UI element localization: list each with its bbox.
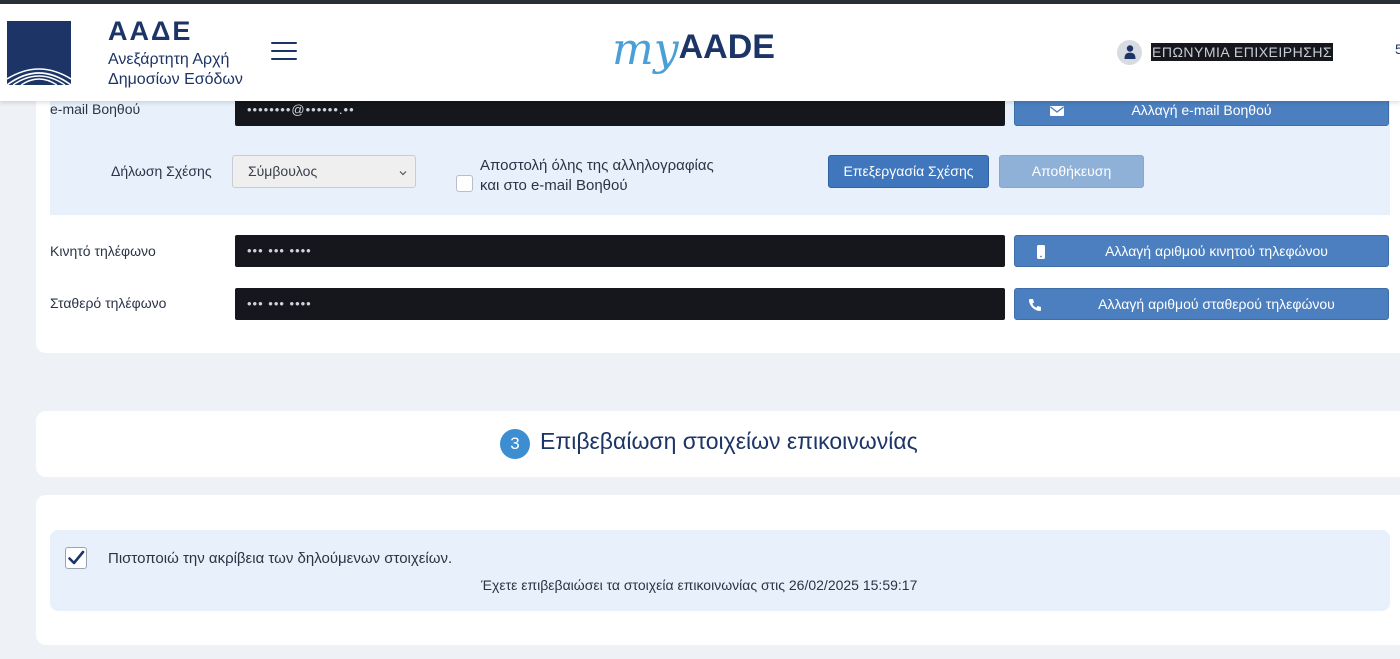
mobile-phone-icon xyxy=(1037,245,1045,259)
change-landline-label: Αλλαγή αριθμού σταθερού τηλεφώνου xyxy=(1098,296,1335,312)
logo-title: ΑΑΔΕ xyxy=(108,16,193,46)
user-icon xyxy=(1117,39,1142,65)
step-title: Επιβεβαίωση στοιχείων επικοινωνίας xyxy=(540,428,918,454)
accuracy-confirm-label: Πιστοποιώ την ακρίβεια των δηλούμενων στ… xyxy=(108,550,453,567)
brand-aade: AADE xyxy=(678,28,775,66)
user-company-name: ΕΠΩΝΥΜΙΑ ΕΠΙΧΕΙΡΗΣΗΣ xyxy=(1151,43,1334,61)
mobile-phone-label: Κινητό τηλέφωνο xyxy=(50,243,156,259)
logo-icon xyxy=(7,21,71,85)
checkmark-icon xyxy=(68,550,85,565)
accuracy-confirm-checkbox[interactable] xyxy=(65,547,87,569)
relation-label: Δήλωση Σχέσης xyxy=(111,163,212,179)
header-overflow-text: 5 xyxy=(1395,41,1400,57)
send-all-mail-checkbox[interactable] xyxy=(456,175,473,192)
change-assistant-email-label: Αλλαγή e-mail Βοηθού xyxy=(1131,102,1272,118)
confirmation-panel xyxy=(50,530,1390,611)
landline-phone-label: Σταθερό τηλέφωνο xyxy=(50,295,167,311)
phone-icon xyxy=(1029,299,1041,311)
chevron-down-icon xyxy=(399,171,407,176)
step-number-badge: 3 xyxy=(500,429,530,459)
change-mobile-button[interactable]: Αλλαγή αριθμού κινητού τηλεφώνου xyxy=(1014,235,1389,267)
assistant-email-label: e-mail Βοηθού xyxy=(50,101,141,117)
envelope-icon xyxy=(1050,106,1064,116)
send-all-mail-label-line1: Αποστολή όλης της αλληλογραφίας xyxy=(480,157,714,174)
logo-subtitle-line1: Ανεξάρτητη Αρχή xyxy=(108,51,230,68)
site-header: ΑΑΔΕ Ανεξάρτητη Αρχή Δημοσίων Εσόδων myA… xyxy=(0,4,1400,101)
myaade-brand-logo[interactable]: myAADE xyxy=(612,24,775,75)
send-all-mail-label-line2: και στο e-mail Βοηθού xyxy=(480,177,628,194)
relation-select[interactable]: Σύμβουλος xyxy=(232,155,416,188)
hamburger-menu-icon[interactable] xyxy=(271,40,297,62)
edit-relation-button[interactable]: Επεξεργασία Σχέσης xyxy=(828,155,989,188)
brand-my: my xyxy=(612,24,679,75)
change-mobile-label: Αλλαγή αριθμού κινητού τηλεφώνου xyxy=(1105,243,1328,259)
confirmation-timestamp-message: Έχετε επιβεβαιώσει τα στοιχεία επικοινων… xyxy=(481,577,918,593)
save-button[interactable]: Αποθήκευση xyxy=(999,155,1144,188)
relation-selected-value: Σύμβουλος xyxy=(248,163,318,179)
landline-phone-field[interactable]: ••• ••• •••• xyxy=(235,288,1005,320)
logo-subtitle-line2: Δημοσίων Εσόδων xyxy=(108,71,243,88)
change-landline-button[interactable]: Αλλαγή αριθμού σταθερού τηλεφώνου xyxy=(1014,288,1389,320)
mobile-phone-field[interactable]: ••• ••• •••• xyxy=(235,235,1005,267)
user-menu[interactable]: ΕΠΩΝΥΜΙΑ ΕΠΙΧΕΙΡΗΣΗΣ xyxy=(1117,39,1334,65)
